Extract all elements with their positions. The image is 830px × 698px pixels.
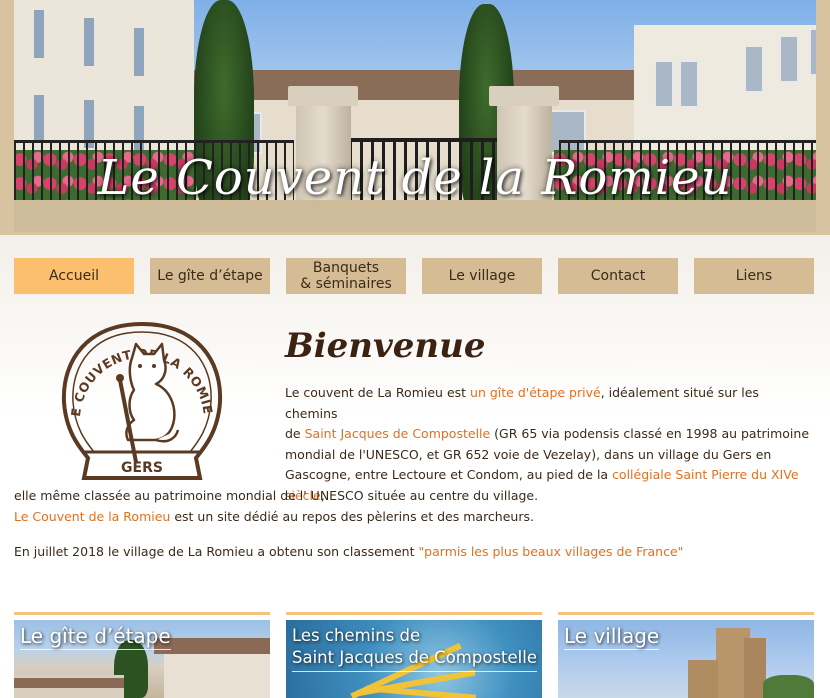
header-banner: Le Couvent de la Romieu: [0, 0, 830, 235]
nav-item-label: Le gîte d’étape: [157, 268, 263, 284]
site-title: Le Couvent de la Romieu: [97, 150, 733, 206]
window: [779, 35, 799, 83]
link-saint-jacques[interactable]: Saint Jacques de Compostelle: [305, 426, 491, 441]
card-village[interactable]: Le village: [558, 612, 814, 698]
card-title: Le gîte d’étape: [20, 624, 171, 650]
shutter: [134, 28, 144, 76]
main-nav: Accueil Le gîte d’étape Banquets & sémin…: [14, 258, 816, 294]
classement-paragraph: En juillet 2018 le village de La Romieu …: [14, 542, 814, 563]
nav-item-label: Accueil: [49, 268, 99, 284]
text-span: de: [285, 426, 305, 442]
nav-item-village[interactable]: Le village: [422, 258, 542, 294]
text-span: (GR 65 via podensis classé en 1998 au pa…: [490, 426, 810, 442]
nav-item-liens[interactable]: Liens: [694, 258, 814, 294]
card-title-line1: Les chemins de: [292, 626, 421, 645]
nav-item-label-line1: Banquets: [312, 260, 380, 276]
window: [809, 28, 816, 76]
card-title: Les chemins de Saint Jacques de Composte…: [292, 625, 537, 672]
window: [679, 60, 699, 108]
window: [654, 60, 674, 108]
link-couvent[interactable]: Le Couvent de la Romieu: [14, 509, 170, 524]
nav-item-label: Contact: [590, 268, 646, 284]
nav-item-accueil[interactable]: Accueil: [14, 258, 134, 294]
page-title: Bienvenue: [285, 326, 486, 366]
link-plus-beaux-villages[interactable]: "parmis les plus beaux villages de Franc…: [418, 544, 683, 559]
card-chemins[interactable]: Les chemins de Saint Jacques de Composte…: [286, 612, 542, 698]
nav-item-gite[interactable]: Le gîte d’étape: [150, 258, 270, 294]
nav-item-label: Le village: [448, 268, 516, 284]
card-title: Le village: [564, 624, 660, 650]
nav-item-banquets[interactable]: Banquets & séminaires: [286, 258, 406, 294]
nav-item-label: Liens: [735, 268, 773, 284]
pillar-cap: [288, 86, 358, 106]
logo-seal[interactable]: LE COUVENT DE LA ROMIEU GERS: [58, 320, 226, 485]
logo-bottom-text: GERS: [121, 460, 163, 476]
text-span: est un site dédié au repos des pèlerins …: [170, 508, 534, 524]
card-gite[interactable]: Le gîte d’étape: [14, 612, 270, 698]
pillar-cap: [489, 86, 559, 106]
text-span: Gascogne, entre Lectoure et Condom, au p…: [285, 467, 613, 483]
nav-item-contact[interactable]: Contact: [558, 258, 678, 294]
shutter: [34, 10, 44, 58]
link-collegiale[interactable]: collégiale Saint Pierre du XIVe: [612, 467, 798, 482]
shutter: [34, 95, 44, 143]
text-span: elle même classée au patrimoine mondial …: [14, 488, 539, 503]
text-span: Le couvent de La Romieu est: [285, 385, 471, 400]
nav-item-label-line2: & séminaires: [300, 276, 392, 292]
link-gite-prive[interactable]: un gîte d'étape privé: [470, 385, 601, 400]
text-span: mondial de l'UNESCO, et GR 652 voie de V…: [285, 446, 772, 462]
window: [744, 45, 764, 93]
intro-paragraph-cont: elle même classée au patrimoine mondial …: [14, 486, 814, 527]
roof-center: [189, 70, 639, 100]
text-span: En juillet 2018 le village de La Romieu …: [14, 544, 419, 559]
card-title-line2: Saint Jacques de Compostelle: [292, 648, 537, 667]
shutter: [84, 18, 94, 66]
